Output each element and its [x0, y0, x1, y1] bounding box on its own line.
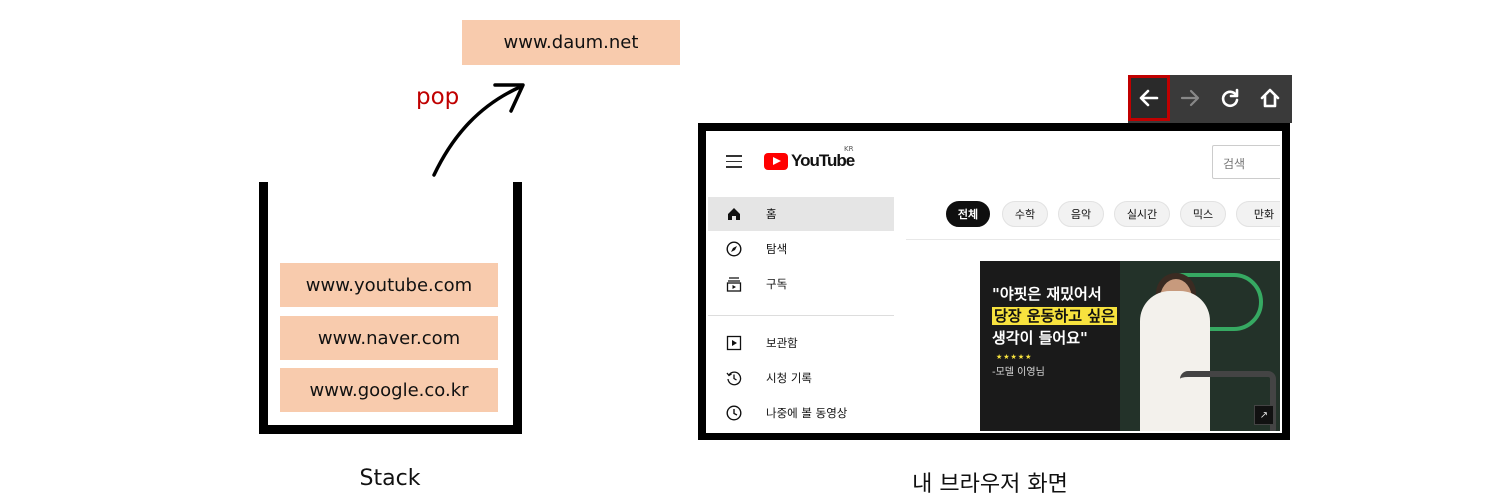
youtube-sidebar: 홈 탐색 구독 보관함 시청 기록 나중에 볼 동영상	[708, 189, 894, 431]
popped-stack-item: www.daum.net	[462, 20, 680, 65]
menu-icon[interactable]	[726, 155, 742, 168]
home-icon	[724, 204, 744, 224]
chip-math[interactable]: 수학	[1002, 201, 1048, 227]
refresh-icon	[1221, 88, 1239, 108]
chip-cartoon[interactable]: 만화	[1236, 201, 1280, 227]
browser-toolbar	[1128, 75, 1292, 123]
thumbnail-line-3: 생각이 들어요"	[992, 329, 1088, 347]
external-link-icon[interactable]: ↗	[1254, 405, 1274, 425]
history-icon	[724, 368, 744, 388]
forward-button[interactable]	[1170, 75, 1210, 121]
thumbnail-line-2: 당장 운동하고 싶은	[992, 305, 1117, 326]
home-button[interactable]	[1250, 75, 1290, 121]
back-button[interactable]	[1128, 75, 1170, 121]
compass-icon	[724, 239, 744, 259]
thumbnail-line-1: "야핏은 재밌어서	[992, 285, 1102, 303]
thumbnail-credit: -모델 이영님	[992, 367, 1045, 378]
search-input[interactable]: 검색	[1212, 145, 1280, 179]
refresh-button[interactable]	[1210, 75, 1250, 121]
thumbnail-highlight: 당장 운동하고 싶은	[992, 307, 1117, 325]
arrow-right-icon	[1180, 89, 1200, 107]
arrow-left-icon	[1139, 89, 1159, 107]
chip-music[interactable]: 음악	[1058, 201, 1104, 227]
stack-item: www.naver.com	[280, 316, 498, 360]
sidebar-item-library[interactable]: 보관함	[708, 326, 894, 360]
sidebar-item-home[interactable]: 홈	[708, 197, 894, 231]
sidebar-item-history[interactable]: 시청 기록	[708, 361, 894, 395]
video-thumbnail[interactable]: "야핏은 재밌어서 당장 운동하고 싶은 생각이 들어요" ★★★★★ -모델 …	[980, 261, 1280, 431]
stack-wall-right	[513, 182, 522, 434]
youtube-logo-text: YouTube	[791, 151, 855, 170]
rating-stars: ★★★★★	[996, 353, 1033, 361]
sidebar-divider	[708, 315, 894, 316]
sidebar-item-watch-later[interactable]: 나중에 볼 동영상	[708, 396, 894, 430]
subscriptions-icon	[724, 274, 744, 294]
chip-mix[interactable]: 믹스	[1180, 201, 1226, 227]
chip-live[interactable]: 실시간	[1114, 201, 1170, 227]
sidebar-item-label: 나중에 볼 동영상	[766, 406, 848, 420]
youtube-page: YouTube KR 검색 홈 탐색 구독 보관함 시청 기록 나중에 볼 동영…	[706, 131, 1282, 433]
sidebar-item-subscriptions[interactable]: 구독	[708, 267, 894, 301]
sidebar-item-label: 탐색	[766, 242, 788, 256]
browser-caption: 내 브라우저 화면	[912, 472, 1068, 497]
clock-icon	[724, 403, 744, 423]
youtube-header: YouTube KR 검색	[708, 133, 1280, 189]
stack-caption: Stack	[359, 466, 421, 491]
chip-all[interactable]: 전체	[946, 201, 990, 227]
youtube-logo[interactable]: YouTube	[764, 151, 855, 171]
sidebar-item-explore[interactable]: 탐색	[708, 232, 894, 266]
sidebar-item-label: 구독	[766, 277, 788, 291]
stack-item: www.youtube.com	[280, 263, 498, 307]
pop-arrow	[432, 83, 525, 177]
browser-screen: YouTube KR 검색 홈 탐색 구독 보관함 시청 기록 나중에 볼 동영…	[698, 123, 1290, 440]
stack-wall-left	[259, 182, 268, 434]
home-icon	[1260, 88, 1280, 108]
stack-wall-bottom	[259, 425, 522, 434]
library-icon	[724, 333, 744, 353]
category-chips: 전체 수학 음악 실시간 믹스 만화	[906, 189, 1280, 240]
sidebar-item-label: 홈	[766, 207, 777, 221]
region-code: KR	[844, 145, 854, 153]
youtube-play-icon	[764, 152, 788, 170]
sidebar-item-label: 시청 기록	[766, 371, 812, 385]
sidebar-item-label: 보관함	[766, 336, 798, 350]
stack-item: www.google.co.kr	[280, 368, 498, 412]
